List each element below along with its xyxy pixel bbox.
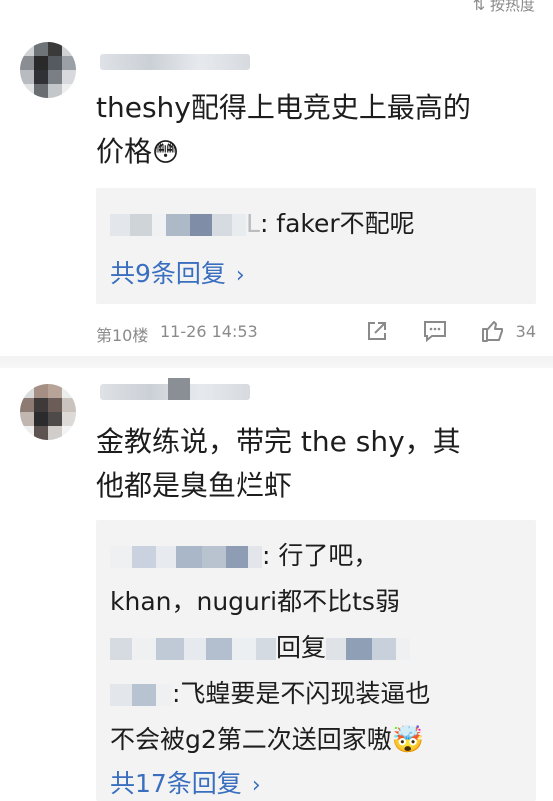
reply-username-blurred xyxy=(110,546,262,568)
reply-item[interactable]: L: faker不配呢 xyxy=(110,204,415,240)
comment-text: 金教练说，带完 the shy，其 他都是臭鱼烂虾 xyxy=(96,425,461,502)
reply-target-blurred xyxy=(326,638,411,660)
reply-box[interactable]: L: faker不配呢 共9条回复 › xyxy=(96,188,536,304)
more-replies-link[interactable]: 共9条回复 › xyxy=(110,254,245,290)
chevron-right-icon: › xyxy=(235,263,245,288)
reply-username-blurred xyxy=(110,214,246,236)
reply-username-blurred xyxy=(110,638,276,660)
like-count: 34 xyxy=(515,322,536,341)
sort-toggle[interactable]: ⇅ 按热度 xyxy=(473,0,535,15)
comment-text: theshy配得上电竞史上最高的 价格😳 xyxy=(96,86,541,175)
comment-icon[interactable] xyxy=(422,318,448,344)
comment-meta: 第10楼 11-26 14:53 34 xyxy=(96,318,536,348)
reply-item-continued: khan，nuguri都不比ts弱 xyxy=(110,587,400,616)
reply-box[interactable]: : 行了吧， khan，nuguri都不比ts弱 回复 :飞蝗要是不闪现装逼也 … xyxy=(96,520,536,801)
sort-icon: ⇅ xyxy=(472,0,486,14)
floor-number: 第10楼 xyxy=(96,326,149,345)
chevron-right-icon: › xyxy=(251,773,261,798)
flushed-emoji-icon: 😳 xyxy=(152,138,180,168)
divider xyxy=(0,356,553,368)
avatar[interactable] xyxy=(20,42,76,98)
username-mosaic-block xyxy=(168,378,190,400)
timestamp: 11-26 14:53 xyxy=(160,322,258,341)
share-icon[interactable] xyxy=(364,318,390,344)
mind-blown-emoji-icon: 🤯 xyxy=(391,725,425,755)
thumbs-up-icon[interactable] xyxy=(480,318,506,344)
reply-item[interactable]: 回复 xyxy=(110,628,411,664)
username-blurred[interactable] xyxy=(100,54,250,70)
reply-item-continued: 不会被g2第二次送回家嗷🤯 xyxy=(110,725,425,755)
reply-item-continued: :飞蝗要是不闪现装逼也 xyxy=(110,674,430,710)
more-replies-link[interactable]: 共17条回复 › xyxy=(110,764,261,800)
sort-label: 按热度 xyxy=(489,0,535,14)
reply-username-blurred xyxy=(110,684,172,706)
avatar[interactable] xyxy=(20,384,76,440)
reply-item[interactable]: : 行了吧， xyxy=(110,536,378,572)
